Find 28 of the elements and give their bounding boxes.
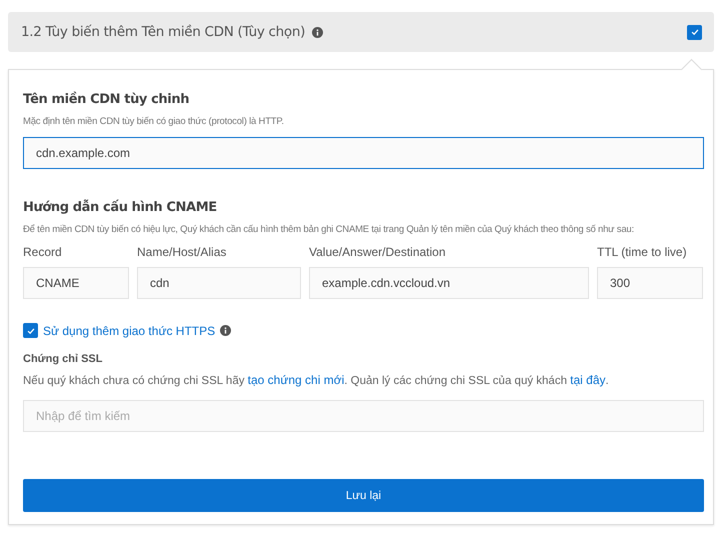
readonly-field[interactable]: CNAME [23,267,129,299]
checkmark-icon [690,27,700,37]
section-title: 1.2 Tùy biến thêm Tên miền CDN (Tùy chọn) [21,24,306,40]
field-label: Value/Answer/Destination [309,245,447,259]
domain-input[interactable]: cdn.example.com [23,137,704,169]
hint-text: Mặc định tên miền CDN tùy biến có giao thức (protocol) là HTTP. [23,116,285,127]
readonly-field[interactable]: 300 [597,267,703,299]
field-label: Name/Host/Alias [137,245,228,259]
info-icon [312,26,324,38]
description-text: Nếu quý khách chưa có chứng chi SSL hãy tạo chứng chi mới. Quản lý các chứng chi SSL của quý khách tại đây. [23,373,610,387]
checkbox[interactable] [23,323,38,338]
section-heading: Tên miền CDN tùy chinh [23,92,190,107]
readonly-field[interactable]: example.cdn.vccloud.vn [309,267,589,299]
section-heading: Hướng dẫn cấu hình CNAME [23,200,218,215]
link[interactable]: tạo chứng chi mới [248,373,344,387]
checkmark-icon [26,326,36,336]
hint-text: Để tên miền CDN tùy biến có hiệu lực, Quý khách cần cấu hình thêm bản ghi CNAME tại trang Quản lý tên miền của Quý khách theo thông số như sau: [23,224,635,235]
readonly-field[interactable]: cdn [137,267,301,299]
field-label: TTL (time to live) [597,245,688,259]
save-button[interactable]: Lưu lại [23,479,704,512]
link[interactable]: tại đây [570,373,606,387]
field-label: Chứng chỉ SSL [23,353,104,365]
search-field[interactable]: Nhập để tìm kiếm [23,400,704,432]
checkbox[interactable] [687,24,702,40]
field-label: Record [23,245,63,259]
checkbox-label[interactable]: Sử dụng thêm giao thức HTTPS [43,324,216,338]
section-header[interactable]: 1.2 Tùy biến thêm Tên miền CDN (Tùy chọn) [8,12,714,52]
info-icon [220,325,232,336]
